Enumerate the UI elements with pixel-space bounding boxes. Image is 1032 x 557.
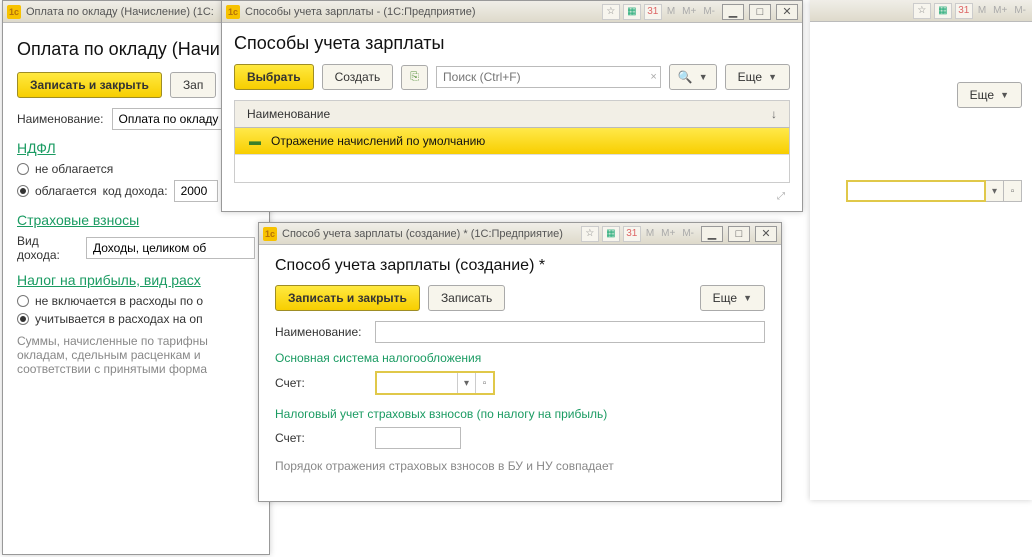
win1-title: Оплата по окладу (Начисление) (1С: xyxy=(26,6,214,18)
star-icon[interactable]: ☆ xyxy=(913,3,931,19)
calc-icon[interactable]: ▦ xyxy=(623,4,641,20)
bg-open-button[interactable]: ▫ xyxy=(1004,180,1022,202)
win2-list: ▬ Отражение начислений по умолчанию xyxy=(234,128,790,183)
row-marker-icon: ▬ xyxy=(249,134,261,148)
calendar-icon[interactable]: 31 xyxy=(644,4,662,20)
win1-footnote: Суммы, начисленные по тарифны окладам, с… xyxy=(17,334,255,376)
win2-titlebar[interactable]: 1c Способы учета зарплаты - (1С:Предприя… xyxy=(222,1,802,23)
win3-name-input[interactable] xyxy=(375,321,765,343)
win3-account2-label: Счет: xyxy=(275,431,367,445)
caret-down-icon: ▼ xyxy=(768,72,777,82)
maximize-button[interactable]: □ xyxy=(728,226,750,242)
app-icon: 1c xyxy=(7,5,21,19)
win2-title: Способы учета зарплаты - (1С:Предприятие… xyxy=(245,6,476,18)
win2-select-button[interactable]: Выбрать xyxy=(234,64,314,90)
win1-code-input[interactable] xyxy=(174,180,218,202)
win2-list-header[interactable]: Наименование ↓ xyxy=(234,100,790,128)
win1-radio-not-taxed[interactable]: не облагается xyxy=(17,162,255,176)
minimize-button[interactable]: ▁ xyxy=(701,226,723,242)
win1-save-close-button[interactable]: Записать и закрыть xyxy=(17,72,162,98)
win3-section-tax: Налоговый учет страховых взносов (по нал… xyxy=(275,407,765,421)
sort-desc-icon[interactable]: ↓ xyxy=(771,107,777,121)
win3-section-main: Основная система налогообложения xyxy=(275,351,765,365)
minimize-button[interactable]: ▁ xyxy=(722,4,744,20)
win1-radio-not-included[interactable]: не включается в расходы по о xyxy=(17,294,255,308)
bg-caret-button[interactable]: ▾ xyxy=(986,180,1004,202)
radio-icon xyxy=(17,295,29,307)
caret-down-icon: ▼ xyxy=(743,293,752,303)
win1-name-label: Наименование: xyxy=(17,112,104,126)
win2-copy-button[interactable]: ⎘ xyxy=(401,65,428,90)
star-icon[interactable]: ☆ xyxy=(581,226,599,242)
clear-search-icon[interactable]: × xyxy=(650,71,656,83)
open-dialog-icon[interactable]: ▫ xyxy=(475,373,493,393)
bg-select-box[interactable] xyxy=(846,180,986,202)
mminus-button[interactable]: M- xyxy=(1012,3,1028,19)
caret-down-icon: ▼ xyxy=(1000,90,1009,100)
radio-checked-icon xyxy=(17,313,29,325)
win1-save-button[interactable]: Зап xyxy=(170,72,216,98)
win3-more-button[interactable]: Еще▼ xyxy=(700,285,765,311)
radio-checked-icon xyxy=(17,185,29,197)
win1-income-type-label: Вид дохода: xyxy=(17,234,78,262)
copy-icon: ⎘ xyxy=(410,71,419,84)
win1-page-title: Оплата по окладу (Начи xyxy=(17,39,255,60)
window-salary-method-create: 1c Способ учета зарплаты (создание) * (1… xyxy=(258,222,782,502)
win1-radio-included[interactable]: учитывается в расходах на оп xyxy=(17,312,255,326)
calendar-icon[interactable]: 31 xyxy=(623,226,641,242)
radio-icon xyxy=(17,163,29,175)
resize-handle-icon[interactable]: ⤢ xyxy=(772,185,790,207)
mplus-button[interactable]: M+ xyxy=(680,4,698,20)
bg-more-label: Еще xyxy=(970,88,994,102)
close-button[interactable]: ✕ xyxy=(776,4,798,20)
app-icon: 1c xyxy=(226,5,240,19)
win3-title: Способ учета зарплаты (создание) * (1С:П… xyxy=(282,228,563,240)
window-salary-methods: 1c Способы учета зарплаты - (1С:Предприя… xyxy=(221,0,803,212)
bg-titlebar: ☆ ▦ 31 M M+ M- xyxy=(810,0,1032,22)
win3-titlebar[interactable]: 1c Способ учета зарплаты (создание) * (1… xyxy=(259,223,781,245)
win2-search-button[interactable]: 🔍▼ xyxy=(669,64,717,90)
calc-icon[interactable]: ▦ xyxy=(934,3,952,19)
mminus-button[interactable]: M- xyxy=(701,4,717,20)
maximize-button[interactable]: □ xyxy=(749,4,771,20)
win3-save-close-button[interactable]: Записать и закрыть xyxy=(275,285,420,311)
bg-more-button[interactable]: Еще ▼ xyxy=(957,82,1022,108)
app-icon: 1c xyxy=(263,227,277,241)
mplus-button[interactable]: M+ xyxy=(659,226,677,242)
caret-down-icon: ▼ xyxy=(699,72,708,82)
close-button[interactable]: ✕ xyxy=(755,226,777,242)
win2-row1-text: Отражение начислений по умолчанию xyxy=(271,134,485,148)
win2-page-title: Способы учета зарплаты xyxy=(234,33,790,54)
dropdown-icon[interactable]: ▾ xyxy=(457,373,475,393)
m-button[interactable]: M xyxy=(665,4,677,20)
star-icon[interactable]: ☆ xyxy=(602,4,620,20)
win3-name-label: Наименование: xyxy=(275,325,367,339)
search-icon: 🔍 xyxy=(678,70,693,84)
win3-note: Порядок отражения страховых взносов в БУ… xyxy=(275,459,765,473)
win1-section-profit[interactable]: Налог на прибыль, вид расх xyxy=(17,272,255,288)
mplus-button[interactable]: M+ xyxy=(991,3,1009,19)
win3-account2-input[interactable] xyxy=(375,427,461,449)
win1-section-ndfl[interactable]: НДФЛ xyxy=(17,140,255,156)
calc-icon[interactable]: ▦ xyxy=(602,226,620,242)
calendar-icon[interactable]: 31 xyxy=(955,3,973,19)
win1-income-type-input[interactable] xyxy=(86,237,255,259)
win2-more-button[interactable]: Еще▼ xyxy=(725,64,790,90)
win2-list-empty xyxy=(235,154,789,182)
win2-col-name: Наименование xyxy=(247,107,330,121)
win2-create-button[interactable]: Создать xyxy=(322,64,394,90)
win2-list-row[interactable]: ▬ Отражение начислений по умолчанию xyxy=(235,128,789,154)
mminus-button[interactable]: M- xyxy=(680,226,696,242)
win3-page-title: Способ учета зарплаты (создание) * xyxy=(275,257,765,275)
win3-account-label: Счет: xyxy=(275,376,367,390)
win3-save-button[interactable]: Записать xyxy=(428,285,505,311)
win2-search-input[interactable] xyxy=(436,66,661,88)
m-button[interactable]: M xyxy=(644,226,656,242)
win3-account-input[interactable]: ▾ ▫ xyxy=(375,371,495,395)
m-button[interactable]: M xyxy=(976,3,988,19)
win1-section-insurance[interactable]: Страховые взносы xyxy=(17,212,255,228)
bg-window: ☆ ▦ 31 M M+ M- Еще ▼ ▾ ▫ xyxy=(810,0,1032,500)
win1-radio-taxed[interactable]: облагается код дохода: xyxy=(17,180,255,202)
